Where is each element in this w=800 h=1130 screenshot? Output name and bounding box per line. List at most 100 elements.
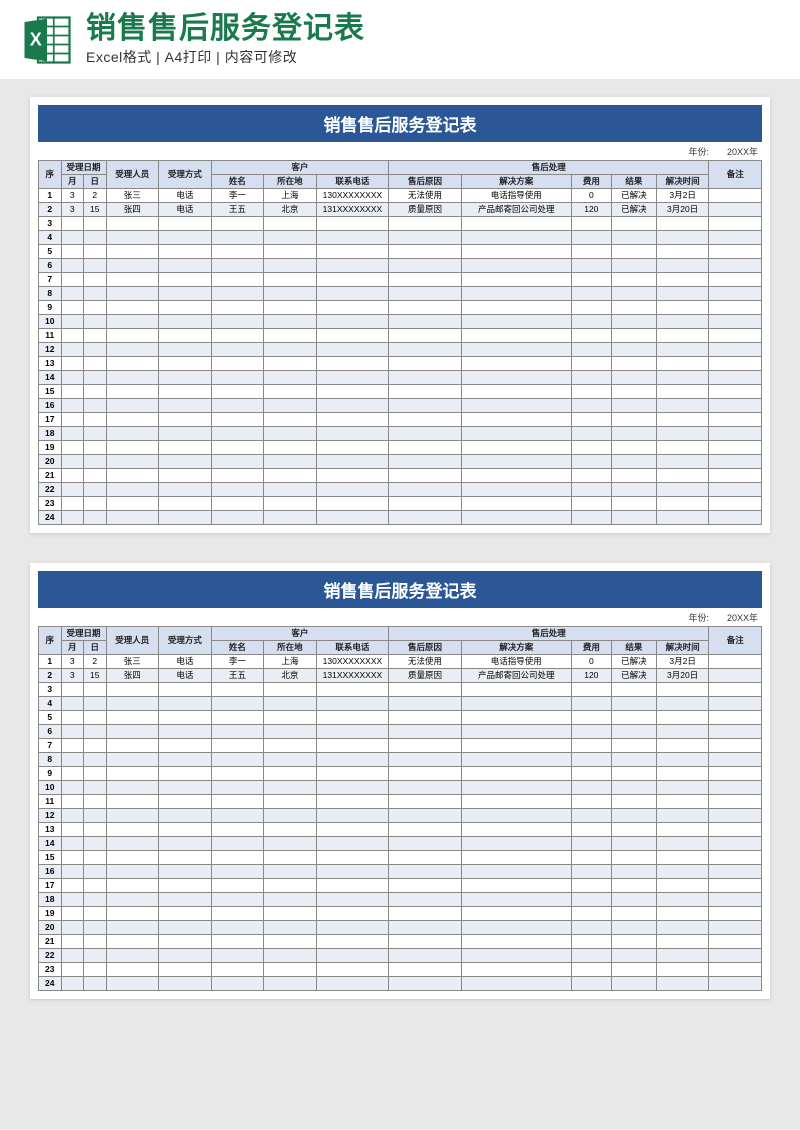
th-person: 受理人员 [106,627,159,655]
cell [61,781,84,795]
cell [571,977,611,991]
cell: 张四 [106,669,159,683]
cell [611,287,656,301]
cell: 4 [39,697,62,711]
cell: 11 [39,329,62,343]
th-after-group: 售后处理 [389,161,709,175]
cell [571,455,611,469]
cell [461,231,571,245]
cell [656,893,709,907]
cell: 17 [39,879,62,893]
cell [61,427,84,441]
cell [656,357,709,371]
cell [316,469,389,483]
cell [159,823,212,837]
cell [611,809,656,823]
cell [159,315,212,329]
year-label: 年份: [688,611,709,624]
cell [106,399,159,413]
table-row: 21 [39,469,762,483]
cell: 北京 [264,669,317,683]
cell [461,245,571,259]
cell [211,399,264,413]
cell [211,231,264,245]
cell [61,231,84,245]
cell [611,217,656,231]
cell: 张四 [106,203,159,217]
cell [211,371,264,385]
cell [316,343,389,357]
th-name: 姓名 [211,641,264,655]
cell [656,879,709,893]
cell [159,385,212,399]
cell [316,921,389,935]
cell [211,837,264,851]
cell [316,977,389,991]
cell [461,753,571,767]
excel-icon: X [20,13,74,67]
cell: 质量原因 [389,203,462,217]
cell [84,725,107,739]
cell [211,809,264,823]
th-month: 月 [61,175,84,189]
cell [709,343,762,357]
cell [106,469,159,483]
cell [264,315,317,329]
year-value: 20XX年 [727,611,758,624]
cell [571,357,611,371]
cell: 王五 [211,203,264,217]
cell: 23 [39,963,62,977]
cell: 3 [61,203,84,217]
cell [84,371,107,385]
cell [61,851,84,865]
cell [211,865,264,879]
th-seq: 序 [39,161,62,189]
cell [656,963,709,977]
cell [264,851,317,865]
cell [106,483,159,497]
cell: 15 [39,851,62,865]
cell [159,511,212,525]
cell: 3月20日 [656,203,709,217]
cell [316,483,389,497]
cell: 9 [39,301,62,315]
cell [571,683,611,697]
cell: 18 [39,893,62,907]
cell [211,963,264,977]
cell [709,767,762,781]
cell [106,697,159,711]
cell: 3 [39,217,62,231]
table-row: 21 [39,935,762,949]
cell [611,329,656,343]
cell: 3月2日 [656,655,709,669]
cell [389,837,462,851]
cell: 电话指导使用 [461,189,571,203]
cell [709,781,762,795]
cell [656,427,709,441]
cell [211,977,264,991]
cell [709,273,762,287]
cell [84,949,107,963]
cell: 0 [571,189,611,203]
cell [461,977,571,991]
th-method: 受理方式 [159,627,212,655]
cell [389,823,462,837]
table-row: 3 [39,683,762,697]
cell [84,767,107,781]
cell [611,823,656,837]
cell [61,893,84,907]
cell [389,217,462,231]
cell [461,315,571,329]
cell [709,385,762,399]
cell [211,795,264,809]
cell [316,413,389,427]
main-title: 销售售后服务登记表 [86,12,780,45]
cell [709,921,762,935]
cell [211,823,264,837]
table-row: 18 [39,893,762,907]
cell [709,725,762,739]
cell [611,427,656,441]
cell [84,343,107,357]
cell [264,441,317,455]
cell: 已解决 [611,655,656,669]
